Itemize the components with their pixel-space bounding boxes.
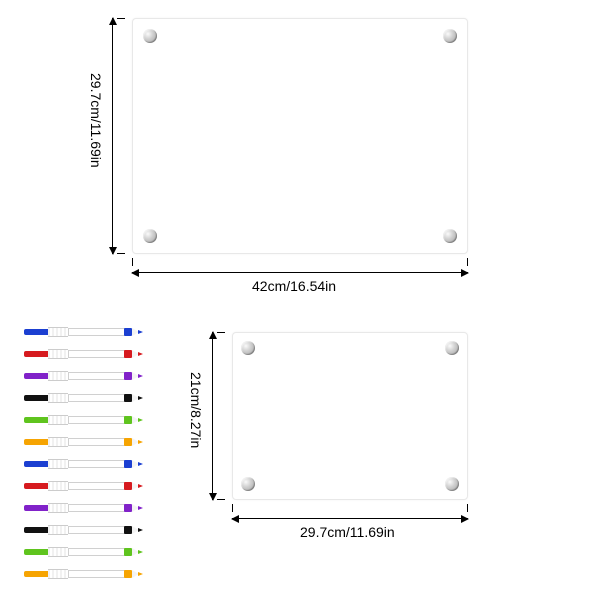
small-board-height-dim: 21cm/8.27in: [212, 332, 213, 500]
large-board-group: [132, 18, 468, 254]
marker-set: [24, 322, 154, 586]
large-board-height-label: 29.7cm/11.69in: [88, 73, 104, 168]
marker-icon: [24, 410, 154, 430]
arrow-right-icon: [461, 269, 469, 277]
mount-icon: [241, 341, 255, 355]
large-board-width-label: 42cm/16.54in: [252, 278, 336, 294]
large-board: [132, 18, 468, 254]
marker-icon: [24, 388, 154, 408]
arrow-down-icon: [109, 247, 117, 255]
mount-icon: [143, 29, 157, 43]
small-board-group: [232, 332, 468, 500]
small-board-width-dim: 29.7cm/11.69in: [232, 518, 468, 519]
marker-icon: [24, 498, 154, 518]
arrow-up-icon: [109, 17, 117, 25]
marker-icon: [24, 542, 154, 562]
small-board-width-label: 29.7cm/11.69in: [300, 524, 395, 540]
marker-icon: [24, 344, 154, 364]
marker-icon: [24, 476, 154, 496]
large-board-width-dim: 42cm/16.54in: [132, 272, 468, 273]
mount-icon: [143, 229, 157, 243]
marker-icon: [24, 520, 154, 540]
mount-icon: [445, 477, 459, 491]
mount-icon: [443, 29, 457, 43]
mount-icon: [445, 341, 459, 355]
arrow-up-icon: [209, 331, 217, 339]
arrow-left-icon: [231, 515, 239, 523]
mount-icon: [241, 477, 255, 491]
small-board: [232, 332, 468, 500]
marker-icon: [24, 454, 154, 474]
large-board-height-dim: 29.7cm/11.69in: [112, 18, 113, 254]
small-board-height-label: 21cm/8.27in: [188, 372, 204, 448]
arrow-down-icon: [209, 493, 217, 501]
marker-icon: [24, 322, 154, 342]
marker-icon: [24, 564, 154, 584]
marker-icon: [24, 432, 154, 452]
mount-icon: [443, 229, 457, 243]
arrow-left-icon: [131, 269, 139, 277]
marker-icon: [24, 366, 154, 386]
arrow-right-icon: [461, 515, 469, 523]
